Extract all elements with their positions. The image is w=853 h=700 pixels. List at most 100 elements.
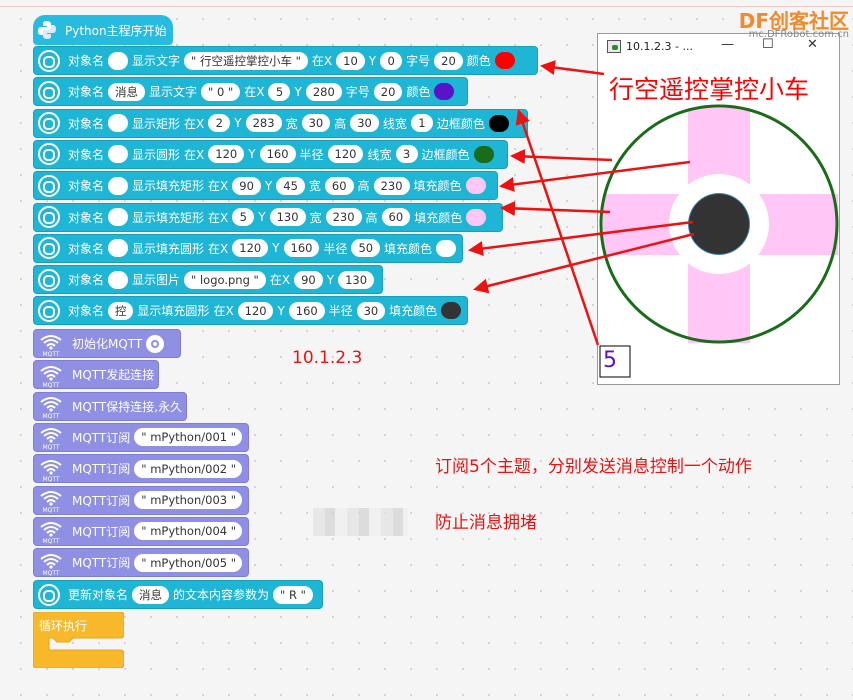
object-name-field[interactable] [108,239,129,258]
display-block-7[interactable]: 对象名 显示填充圆形 在X 120 Y 160 半径 50 填充颜色 [33,233,463,263]
topic-field[interactable]: " mPython/003 " [134,491,242,509]
arg-value-field[interactable]: 230 [325,208,362,226]
arg-value-field[interactable]: 160 [259,145,296,164]
update-value-field[interactable]: " R " [273,585,313,604]
arg-value-field[interactable]: 5 [232,208,255,226]
arg-label: Y [248,147,256,162]
arg-value-field[interactable]: 60 [324,176,354,195]
update-text-block[interactable]: 更新对象名 消息 的文本内容参数为 " R " [33,580,323,609]
ip-annotation: 10.1.2.3 [292,348,363,368]
color-swatch[interactable] [434,83,455,101]
topic-field[interactable]: " mPython/004 " [134,522,242,541]
arg-value-field[interactable]: 90 [294,270,323,289]
display-object-icon [38,174,60,197]
color-swatch[interactable] [488,114,509,132]
display-block-3[interactable]: 对象名 显示矩形 在X 2 Y 283 宽 30 高 30 线宽 1 边框颜色 [33,108,528,138]
update-name-field[interactable]: 消息 [132,585,170,604]
python-main-hat-block[interactable]: Python主程序开始 [33,15,173,45]
topic-field[interactable]: " mPython/001 " [134,428,242,447]
arg-value-field[interactable]: " 行空遥控掌控小车 " [184,51,308,70]
mqtt-label: 初始化MQTT [72,337,143,351]
mqtt-block-7[interactable]: MQTT MQTT订阅 " mPython/004 " [33,516,249,546]
display-block-9[interactable]: 对象名控显示填充圆形 在X 120 Y 160 半径 30 填充颜色 [33,296,468,326]
arg-value-field[interactable]: 120 [232,239,269,258]
object-label: 对象名 [68,85,105,100]
mqtt-block-5[interactable]: MQTT MQTT订阅 " mPython/002 " [33,454,249,484]
arg-value-field[interactable]: 130 [269,208,306,226]
color-swatch[interactable] [473,145,494,163]
preview-window[interactable]: 10.1.2.3 - ... — ☐ ✕ 行空遥控掌控小车 5 [597,33,840,385]
action-label: 显示圆形 [132,147,181,162]
display-block-6[interactable]: 对象名 显示填充矩形 在X 5 Y 130 宽 230 高 60 填充颜色 [33,202,503,232]
object-name-field[interactable] [108,208,129,226]
arg-value-field[interactable]: 160 [283,239,320,258]
arg-value-field[interactable]: 5 [268,82,291,101]
color-swatch[interactable] [466,208,487,226]
arg-value-field[interactable]: 1 [410,114,433,133]
topic-field[interactable]: " mPython/002 " [134,459,242,478]
color-swatch[interactable] [441,302,461,320]
display-block-4[interactable]: 对象名 显示圆形 在X 120 Y 160 半径 120 线宽 3 边框颜色 [33,139,508,169]
arg-value-field[interactable]: 30 [356,301,386,320]
watermark-url: mc.DFRobot.com.cn [748,29,849,40]
arg-value-field[interactable]: 120 [208,145,245,164]
object-name-field[interactable] [108,51,129,70]
minimize-button[interactable]: — [721,37,734,52]
arg-label: 高 [357,179,370,194]
arg-value-field[interactable]: 20 [373,82,403,101]
joystick-knob [689,194,749,254]
arg-value-field[interactable]: 0 [380,51,403,70]
topic-field[interactable]: " mPython/005 " [134,553,242,572]
mqtt-block-1[interactable]: MQTT 初始化MQTT [33,329,181,358]
arg-label: 填充颜色 [384,241,433,256]
display-block-8[interactable]: 对象名 显示图片 " logo.png " 在X 90 Y 130 [33,265,383,295]
arg-label: 边框颜色 [436,116,485,131]
action-label: 显示图片 [132,273,181,288]
arg-value-field[interactable]: 30 [350,114,379,133]
arg-value-field[interactable]: " logo.png " [184,270,266,289]
object-name-field[interactable] [108,145,129,164]
arg-value-field[interactable]: 10 [336,51,365,70]
arg-value-field[interactable]: 60 [381,208,411,226]
arg-value-field[interactable]: 283 [245,114,282,133]
object-name-field[interactable] [108,114,129,133]
mqtt-block-3[interactable]: MQTT MQTT保持连接,永久 [33,391,187,421]
mqtt-block-8[interactable]: MQTT MQTT订阅 " mPython/005 " [33,548,249,578]
arg-value-field[interactable]: " 0 " [201,82,241,101]
arg-value-field[interactable]: 3 [395,145,418,164]
gear-icon[interactable] [146,334,165,353]
mqtt-block-2[interactable]: MQTT MQTT发起连接 [33,360,159,390]
object-label: 对象名 [68,304,105,319]
display-block-1[interactable]: 对象名 显示文字 " 行空遥控掌控小车 " 在X 10 Y 0 字号 20 颜色 [33,46,538,75]
svg-text:MQTT: MQTT [42,382,59,388]
arg-label: Y [326,272,335,287]
arg-value-field[interactable]: 120 [237,301,274,320]
display-object-icon [38,237,60,260]
wifi-icon: MQTT [38,487,64,514]
object-name-field[interactable]: 控 [108,301,134,320]
object-name-field[interactable] [108,270,129,289]
mqtt-block-6[interactable]: MQTT MQTT订阅 " mPython/003 " [33,485,249,515]
arg-value-field[interactable]: 50 [351,239,381,258]
arg-value-field[interactable]: 280 [305,82,342,101]
arg-value-field[interactable]: 45 [276,176,305,195]
arg-value-field[interactable]: 20 [434,51,463,70]
display-block-2[interactable]: 对象名 消息 显示文字 " 0 " 在X 5 Y 280 字号 20 颜色 [33,77,468,107]
arg-value-field[interactable]: 130 [338,270,375,289]
arg-value-field[interactable]: 160 [288,301,325,320]
arg-label: 颜色 [406,85,431,100]
arg-value-field[interactable]: 90 [232,176,261,195]
arg-value-field[interactable]: 30 [301,114,331,133]
object-name-field[interactable]: 消息 [108,82,146,101]
mqtt-block-4[interactable]: MQTT MQTT订阅 " mPython/001 " [33,422,249,452]
object-name-field[interactable] [108,176,129,195]
arg-value-field[interactable]: 120 [327,145,364,164]
arg-value-field[interactable]: 2 [208,114,231,133]
arg-label: 在X [213,304,234,319]
loop-forever-block[interactable]: 循环执行 [32,611,125,669]
display-block-5[interactable]: 对象名 显示填充矩形 在X 90 Y 45 宽 60 高 230 填充颜色 [33,171,498,201]
color-swatch[interactable] [436,239,457,257]
color-swatch[interactable] [465,177,486,195]
color-swatch[interactable] [494,52,515,69]
arg-value-field[interactable]: 230 [373,176,410,195]
